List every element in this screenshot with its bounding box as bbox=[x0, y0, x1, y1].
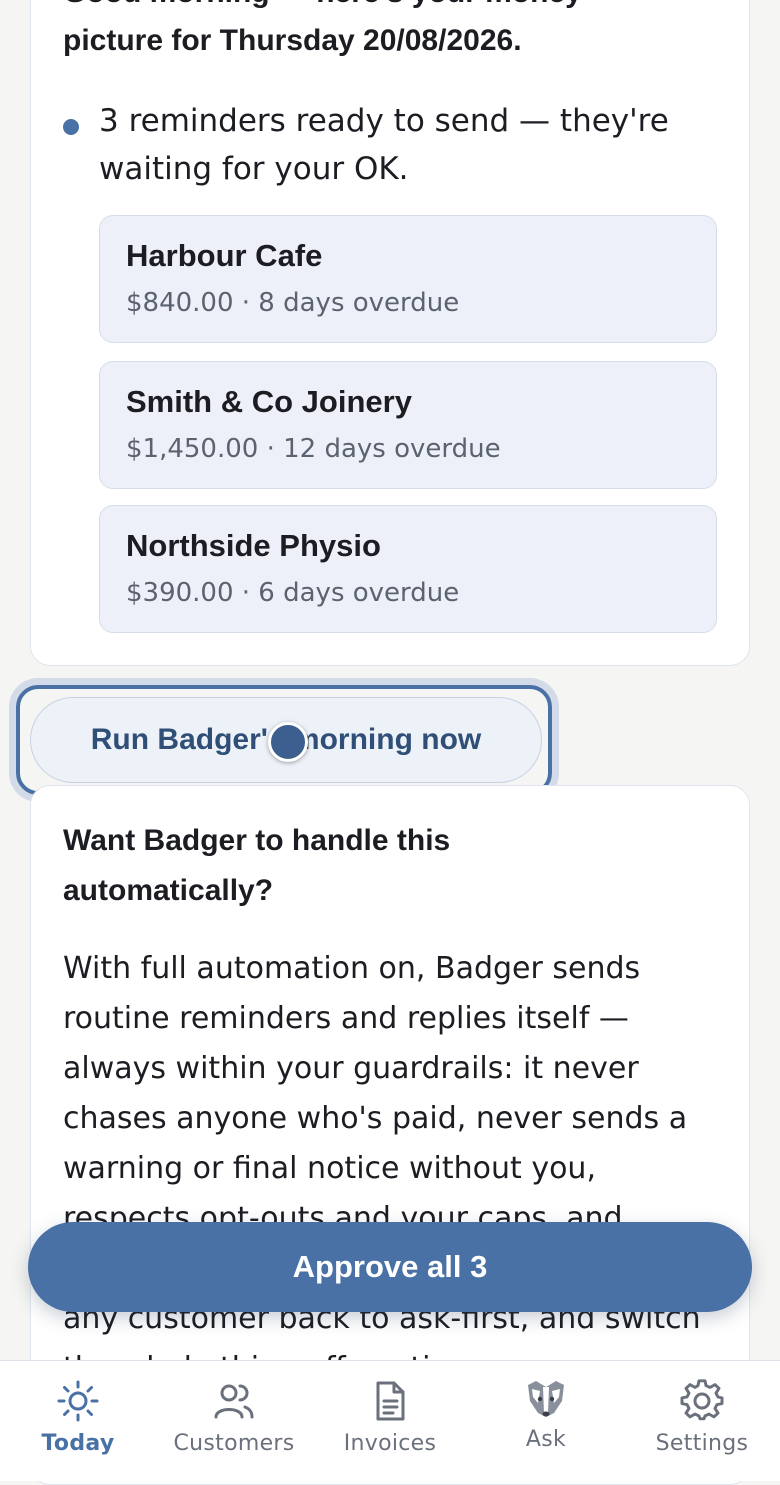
reminders-bullet-text: 3 reminders ready to send — they're wait… bbox=[99, 103, 669, 187]
reminder-customer-name: Harbour Cafe bbox=[126, 238, 323, 273]
morning-brief-card: Good morning — here's your money picture… bbox=[30, 0, 750, 666]
reminder-customer-name: Northside Physio bbox=[126, 528, 381, 563]
document-icon bbox=[376, 1381, 405, 1421]
tab-label: Settings bbox=[655, 1431, 749, 1456]
greeting-line-2: picture for Thursday 20/08/2026. bbox=[63, 24, 522, 57]
gear-icon bbox=[680, 1379, 724, 1421]
greeting-text: Good morning — here's your money picture… bbox=[63, 0, 703, 65]
reminder-amount-overdue: $840.00 · 8 days overdue bbox=[126, 288, 460, 318]
bottom-tab-bar: Today Customers Invoices Ask Settings bbox=[0, 1360, 780, 1481]
reminder-card-harbour-cafe[interactable]: Harbour Cafe $840.00 · 8 days overdue bbox=[99, 215, 717, 343]
tab-ask[interactable]: Ask bbox=[468, 1361, 624, 1481]
tab-label: Customers bbox=[173, 1431, 295, 1456]
reminder-amount-overdue: $390.00 · 6 days overdue bbox=[126, 578, 460, 608]
automation-title: Want Badger to handle this automatically… bbox=[63, 824, 451, 907]
badger-icon bbox=[528, 1381, 564, 1417]
tab-label: Invoices bbox=[343, 1431, 437, 1456]
tab-today[interactable]: Today bbox=[0, 1361, 156, 1481]
sun-icon bbox=[57, 1380, 99, 1422]
bullet-dot-icon bbox=[63, 119, 79, 135]
greeting-line-1: Good morning — here's your money bbox=[63, 0, 703, 17]
reminder-card-northside-physio[interactable]: Northside Physio $390.00 · 6 days overdu… bbox=[99, 505, 717, 633]
tab-customers[interactable]: Customers bbox=[156, 1361, 312, 1481]
reminder-customer-name: Smith & Co Joinery bbox=[126, 384, 412, 419]
people-icon bbox=[214, 1384, 254, 1419]
approve-all-button[interactable]: Approve all 3 bbox=[28, 1222, 752, 1312]
tab-invoices[interactable]: Invoices bbox=[312, 1361, 468, 1481]
tab-settings[interactable]: Settings bbox=[624, 1361, 780, 1481]
automation-description: With full automation on, Badger sends ro… bbox=[63, 951, 719, 1386]
touch-cursor-indicator bbox=[268, 722, 308, 762]
reminder-amount-overdue: $1,450.00 · 12 days overdue bbox=[126, 434, 501, 464]
reminder-card-smith-co-joinery[interactable]: Smith & Co Joinery $1,450.00 · 12 days o… bbox=[99, 361, 717, 489]
tab-label: Today bbox=[41, 1431, 115, 1456]
tab-label: Ask bbox=[525, 1427, 567, 1452]
